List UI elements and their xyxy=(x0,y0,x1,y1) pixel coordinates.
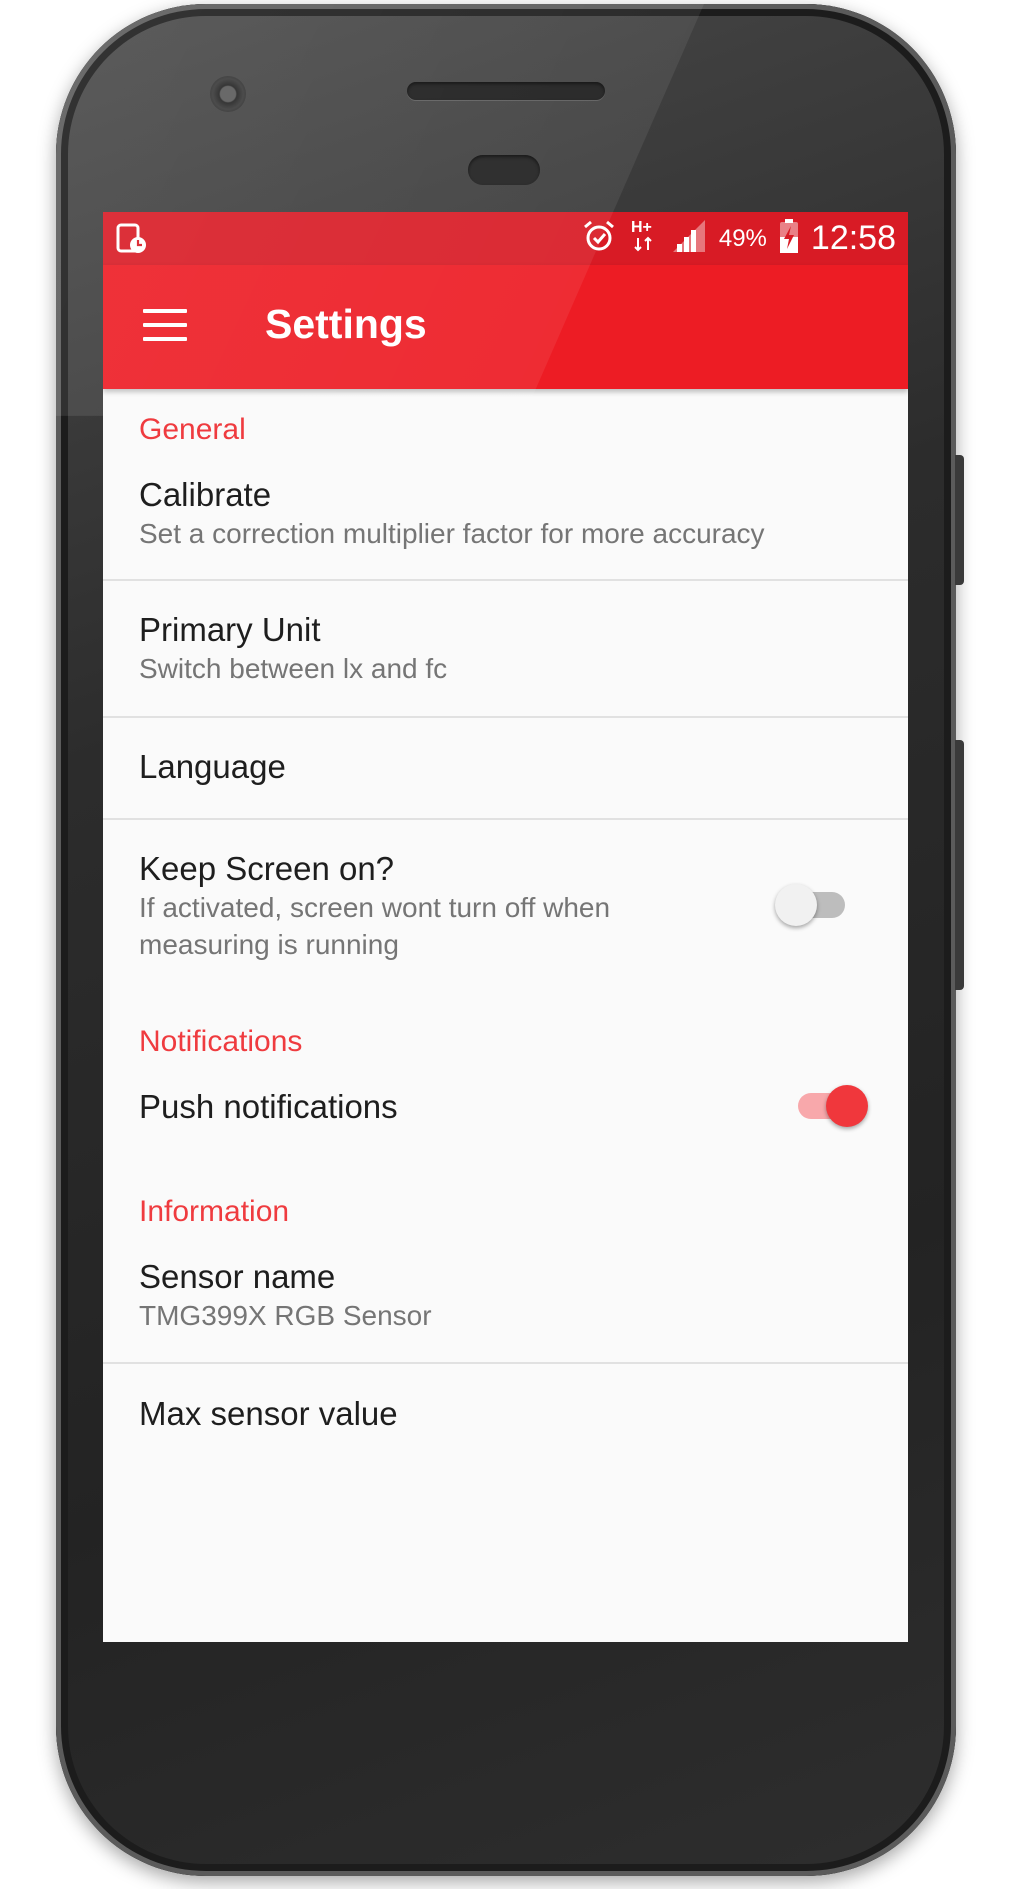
page-title: Settings xyxy=(265,301,427,347)
pref-title: Max sensor value xyxy=(139,1395,398,1432)
battery-percent: 49% xyxy=(718,224,767,252)
pref-title: Keep Screen on? xyxy=(139,850,395,887)
pref-primary-unit[interactable]: Primary Unit Switch between lx and fc xyxy=(103,581,908,716)
pref-max-sensor-value[interactable]: Max sensor value xyxy=(103,1364,908,1464)
earpiece-speaker xyxy=(407,82,605,100)
front-camera xyxy=(210,76,246,112)
alarm-icon xyxy=(581,218,617,259)
pref-title: Primary Unit xyxy=(139,611,321,648)
keep-screen-on-switch[interactable] xyxy=(775,880,851,928)
push-notifications-switch[interactable] xyxy=(792,1081,868,1129)
battery-charging-icon xyxy=(779,218,799,259)
section-header-information: Information xyxy=(139,1195,290,1228)
pref-language[interactable]: Language xyxy=(103,718,908,818)
screen: H+ 49% 12:58 Settings General Calibrate … xyxy=(103,212,908,1642)
network-hplus-icon: H+ xyxy=(629,216,659,261)
volume-button xyxy=(955,740,964,990)
pref-title: Language xyxy=(139,748,286,785)
svg-text:H+: H+ xyxy=(631,219,652,236)
pref-summary: If activated, screen wont turn off when … xyxy=(139,892,611,960)
pref-calibrate[interactable]: Calibrate Set a correction multiplier fa… xyxy=(103,456,908,579)
pref-summary: Switch between lx and fc xyxy=(139,653,448,684)
screen-record-icon xyxy=(115,222,149,261)
pref-title: Push notifications xyxy=(139,1088,398,1125)
pref-summary: Set a correction multiplier factor for m… xyxy=(139,518,765,549)
clock-time: 12:58 xyxy=(810,219,896,257)
signal-icon xyxy=(671,218,707,259)
section-header-notifications: Notifications xyxy=(139,1025,303,1058)
section-header-general: General xyxy=(139,413,246,446)
hamburger-menu-icon[interactable] xyxy=(143,309,187,345)
proximity-sensor xyxy=(468,155,540,185)
power-button xyxy=(955,455,964,585)
pref-keep-screen-on[interactable]: Keep Screen on? If activated, screen won… xyxy=(103,820,908,970)
pref-push-notifications[interactable]: Push notifications xyxy=(103,1068,908,1178)
app-bar: Settings xyxy=(103,265,908,389)
pref-title: Calibrate xyxy=(139,476,272,513)
pref-summary: TMG399X RGB Sensor xyxy=(139,1300,432,1331)
pref-sensor-name[interactable]: Sensor name TMG399X RGB Sensor xyxy=(103,1238,908,1362)
pref-title: Sensor name xyxy=(139,1258,336,1295)
status-bar: H+ 49% 12:58 xyxy=(103,212,908,265)
